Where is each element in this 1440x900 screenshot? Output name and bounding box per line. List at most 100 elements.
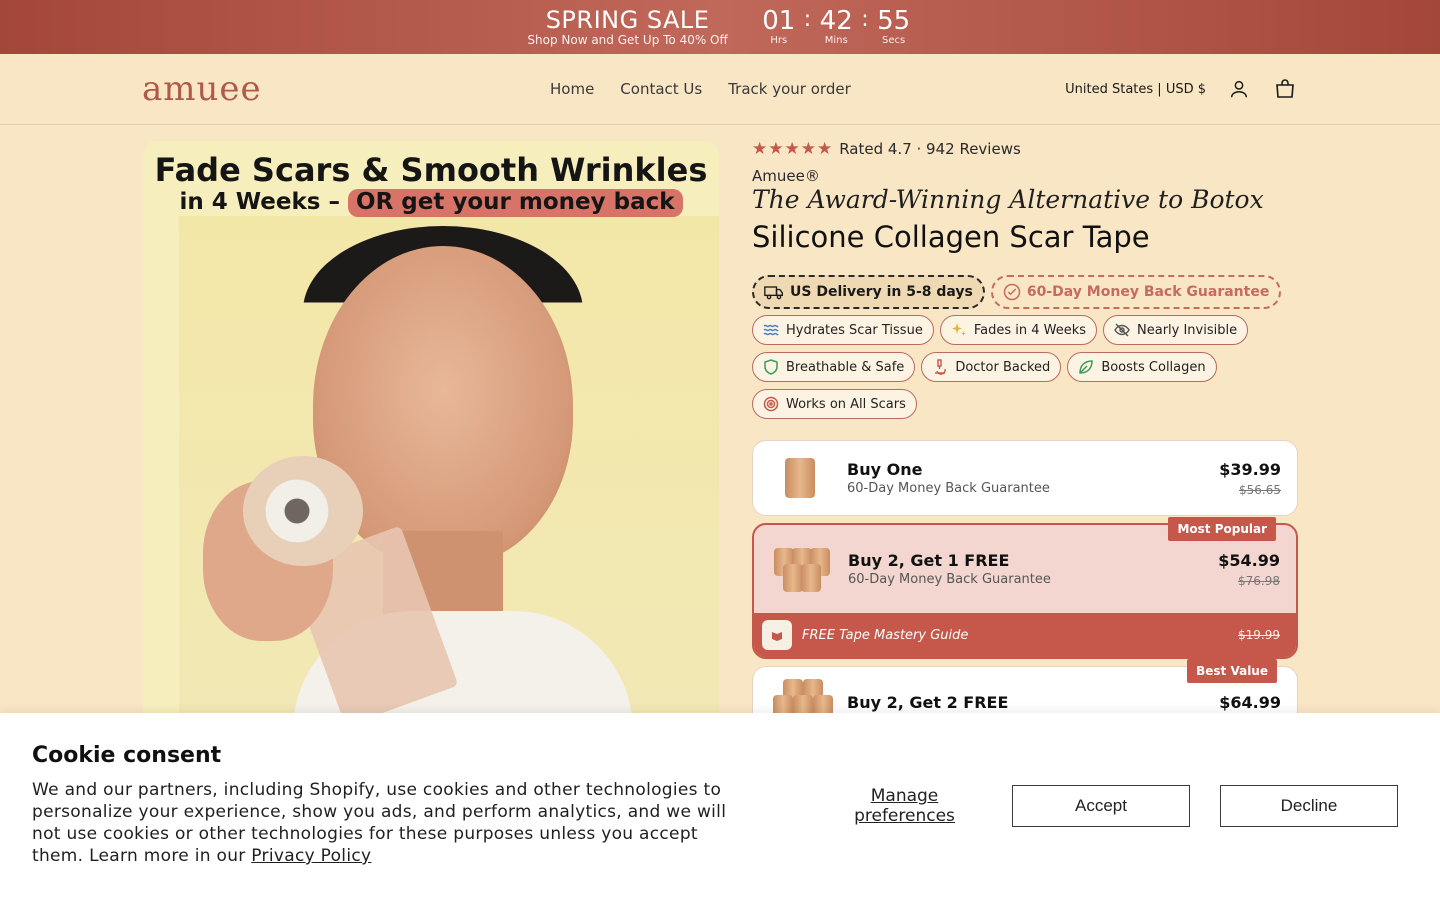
guarantee-badges: US Delivery in 5-8 days 60-Day Money Bac… bbox=[752, 275, 1282, 309]
eye-off-icon bbox=[1114, 322, 1130, 338]
header-actions: United States | USD $ bbox=[1065, 54, 1298, 124]
hero-headline: Fade Scars & Smooth Wrinkles bbox=[154, 151, 708, 189]
check-circle-icon bbox=[1003, 283, 1021, 301]
locale-selector[interactable]: United States | USD $ bbox=[1065, 82, 1206, 97]
feature-chips: Hydrates Scar Tissue Fades in 4 Weeks Ne… bbox=[752, 315, 1298, 419]
nav-contact-us[interactable]: Contact Us bbox=[620, 80, 702, 98]
offer-row: Buy 2, Get 1 FREE 60-Day Money Back Guar… bbox=[754, 525, 1296, 613]
feature-chip: Nearly Invisible bbox=[1103, 315, 1249, 345]
sparkle-icon bbox=[951, 322, 967, 338]
cart-icon[interactable] bbox=[1272, 76, 1298, 102]
timer-separator: : bbox=[861, 7, 869, 32]
nav-track-order[interactable]: Track your order bbox=[728, 80, 851, 98]
feature-chip: Works on All Scars bbox=[752, 389, 917, 419]
offer-buy-2-get-1[interactable]: Most Popular Buy 2, Get 1 FREE 60-Day Mo… bbox=[752, 517, 1298, 659]
offer-title: Buy 2, Get 1 FREE bbox=[848, 551, 1010, 570]
privacy-policy-link[interactable]: Privacy Policy bbox=[251, 846, 371, 866]
account-icon[interactable] bbox=[1226, 76, 1252, 102]
product-thumbnail bbox=[770, 542, 832, 596]
money-back-badge-label: 60-Day Money Back Guarantee bbox=[1026, 284, 1270, 300]
target-icon bbox=[763, 396, 779, 412]
offer-price-now: $64.99 bbox=[1219, 692, 1281, 712]
announcement-bar: SPRING SALE Shop Now and Get Up To 40% O… bbox=[0, 0, 1440, 54]
feature-chip: Hydrates Scar Tissue bbox=[752, 315, 934, 345]
timer-minutes: 42 Mins bbox=[817, 7, 855, 47]
tape-roll bbox=[243, 456, 363, 566]
offer-row: Buy One 60-Day Money Back Guarantee $39.… bbox=[753, 441, 1297, 515]
offer-price-now: $54.99 bbox=[1218, 550, 1280, 570]
feature-chip: Fades in 4 Weeks bbox=[939, 315, 1097, 345]
free-gift-was-price: $19.99 bbox=[1238, 628, 1280, 642]
offer-info: Buy 2, Get 2 FREE bbox=[847, 693, 1219, 712]
manage-preferences-link[interactable]: Manage preferences bbox=[842, 786, 967, 826]
feature-chip: Doctor Backed bbox=[921, 352, 1062, 382]
nav-home[interactable]: Home bbox=[550, 80, 594, 98]
offer-price: $39.99 $56.65 bbox=[1219, 460, 1281, 497]
delivery-badge: US Delivery in 5-8 days bbox=[752, 275, 985, 309]
feature-chip-label: Nearly Invisible bbox=[1137, 322, 1238, 338]
offer-title: Buy One bbox=[847, 460, 923, 479]
offer-price-now: $39.99 bbox=[1219, 459, 1281, 479]
waves-icon bbox=[763, 322, 779, 338]
accept-button[interactable]: Accept bbox=[1012, 785, 1190, 827]
timer-hours: 01 Hrs bbox=[760, 7, 798, 47]
delivery-badge-label: US Delivery in 5-8 days bbox=[790, 284, 973, 300]
timer-seconds-label: Secs bbox=[882, 35, 906, 46]
feature-chip: Breathable & Safe bbox=[752, 352, 916, 382]
feature-chip-label: Boosts Collagen bbox=[1101, 359, 1206, 375]
feature-chip-label: Works on All Scars bbox=[786, 396, 906, 412]
offer-price-was: $76.98 bbox=[1238, 573, 1280, 588]
cookie-body: We and our partners, including Shopify, … bbox=[32, 780, 727, 866]
tape-can-icon bbox=[785, 458, 815, 498]
product-hero-image[interactable]: Fade Scars & Smooth Wrinkles in 4 Weeks … bbox=[143, 141, 719, 741]
offer-price: $54.99 $76.98 bbox=[1218, 551, 1280, 588]
product-thumbnail bbox=[769, 451, 831, 505]
offer-buy-one[interactable]: Buy One 60-Day Money Back Guarantee $39.… bbox=[752, 440, 1298, 516]
offer-info: Buy 2, Get 1 FREE 60-Day Money Back Guar… bbox=[848, 551, 1218, 587]
timer-minutes-value: 42 bbox=[819, 6, 853, 36]
guide-book-icon bbox=[762, 620, 792, 650]
logo[interactable]: amuee bbox=[142, 69, 262, 109]
sale-block: SPRING SALE Shop Now and Get Up To 40% O… bbox=[527, 7, 727, 47]
cookie-text: We and our partners, including Shopify, … bbox=[32, 779, 752, 867]
product-title: Silicone Collagen Scar Tape bbox=[752, 220, 1150, 254]
shield-icon bbox=[763, 359, 779, 375]
timer-seconds: 55 Secs bbox=[875, 7, 913, 47]
rating-stars: ★★★★★ bbox=[752, 139, 834, 159]
timer-seconds-value: 55 bbox=[877, 6, 911, 36]
feature-chip-label: Fades in 4 Weeks bbox=[973, 322, 1086, 338]
offer-title: Buy 2, Get 2 FREE bbox=[847, 692, 1009, 712]
feature-chip-label: Doctor Backed bbox=[955, 359, 1051, 375]
rating-row[interactable]: ★★★★★ Rated 4.7 · 942 Reviews bbox=[752, 139, 1021, 159]
hero-subhead-highlight: OR get your money back bbox=[348, 189, 683, 217]
sale-title: SPRING SALE bbox=[545, 6, 710, 34]
offer-subtitle: 60-Day Money Back Guarantee bbox=[848, 572, 1051, 587]
free-gift-label: FREE Tape Mastery Guide bbox=[802, 627, 969, 643]
countdown-timer: 01 Hrs : 42 Mins : 55 Secs bbox=[760, 7, 913, 47]
truck-icon bbox=[764, 284, 784, 300]
hero-subhead-prefix: in 4 Weeks – bbox=[179, 189, 340, 215]
tape-can-icon bbox=[801, 564, 821, 592]
tape-can-icon bbox=[783, 564, 803, 592]
microscope-icon bbox=[932, 359, 948, 375]
money-back-badge: 60-Day Money Back Guarantee bbox=[990, 275, 1282, 309]
decline-button[interactable]: Decline bbox=[1220, 785, 1398, 827]
timer-minutes-label: Mins bbox=[824, 35, 848, 46]
offer-subtitle: 60-Day Money Back Guarantee bbox=[847, 481, 1050, 496]
cookie-title: Cookie consent bbox=[32, 743, 222, 768]
feature-chip-label: Hydrates Scar Tissue bbox=[786, 322, 923, 338]
timer-hours-value: 01 bbox=[762, 6, 796, 36]
brand-name: Amuee® bbox=[752, 167, 820, 185]
main-nav: Home Contact Us Track your order bbox=[550, 54, 851, 124]
timer-separator: : bbox=[803, 7, 812, 32]
offer-price-was: $56.65 bbox=[1239, 482, 1281, 497]
hero-subhead: in 4 Weeks – OR get your money back bbox=[143, 189, 719, 217]
product-subtitle: The Award-Winning Alternative to Botox bbox=[752, 185, 1264, 214]
offer-info: Buy One 60-Day Money Back Guarantee bbox=[847, 460, 1219, 496]
timer-hours-label: Hrs bbox=[770, 35, 788, 46]
free-gift-row: FREE Tape Mastery Guide $19.99 bbox=[754, 613, 1296, 657]
site-header: amuee Home Contact Us Track your order U… bbox=[0, 54, 1440, 125]
sale-subtitle: Shop Now and Get Up To 40% Off bbox=[527, 33, 728, 47]
cookie-consent-banner: Cookie consent We and our partners, incl… bbox=[0, 713, 1440, 900]
offer-price: $64.99 bbox=[1219, 693, 1281, 712]
